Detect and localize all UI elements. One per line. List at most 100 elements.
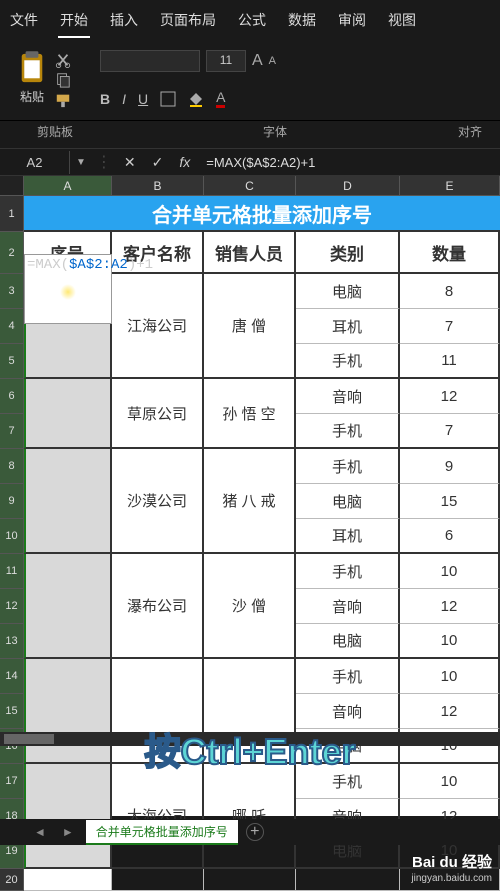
name-box[interactable]: A2: [0, 151, 70, 174]
cell-customer[interactable]: [112, 659, 204, 764]
cell-salesperson[interactable]: 哪 吒: [204, 764, 296, 869]
format-painter-icon[interactable]: [54, 92, 72, 108]
cell-customer[interactable]: 江海公司: [112, 274, 204, 379]
cell-salesperson[interactable]: 猪 八 戒: [204, 449, 296, 554]
row-header[interactable]: 2: [0, 232, 24, 274]
sheet-nav-prev[interactable]: ◄: [30, 825, 50, 839]
cut-icon[interactable]: [54, 52, 72, 68]
increase-font-icon[interactable]: A: [252, 52, 263, 70]
name-box-dropdown[interactable]: ▼: [70, 157, 92, 168]
font-color-icon[interactable]: A: [216, 89, 225, 108]
cell-category[interactable]: 手机: [296, 554, 400, 589]
cell-quantity[interactable]: 10: [400, 624, 500, 659]
col-header-b[interactable]: B: [112, 176, 204, 196]
cell-category[interactable]: 耳机: [296, 309, 400, 344]
row-header[interactable]: 13: [0, 624, 24, 659]
cell-sequence[interactable]: [24, 659, 112, 764]
cell-salesperson[interactable]: [204, 659, 296, 764]
row-header[interactable]: 6: [0, 379, 24, 414]
cell-category[interactable]: 手机: [296, 414, 400, 449]
row-header[interactable]: 9: [0, 484, 24, 519]
title-cell[interactable]: 合并单元格批量添加序号: [24, 196, 500, 232]
fill-color-icon[interactable]: [188, 91, 204, 107]
tab-layout[interactable]: 页面布局: [158, 4, 218, 38]
add-sheet-button[interactable]: +: [246, 823, 264, 841]
cell-category[interactable]: 手机: [296, 344, 400, 379]
col-header-d[interactable]: D: [296, 176, 400, 196]
cell-category[interactable]: 音响: [296, 589, 400, 624]
header-cell[interactable]: 销售人员: [204, 232, 296, 274]
tab-formula[interactable]: 公式: [236, 4, 268, 38]
cell-salesperson[interactable]: 唐 僧: [204, 274, 296, 379]
row-header[interactable]: 3: [0, 274, 24, 309]
sheet-tab[interactable]: 合并单元格批量添加序号: [86, 820, 238, 845]
confirm-formula-button[interactable]: ✓: [144, 154, 172, 171]
cell-sequence[interactable]: [24, 379, 112, 449]
tab-view[interactable]: 视图: [386, 4, 418, 38]
row-header[interactable]: 12: [0, 589, 24, 624]
row-header[interactable]: 14: [0, 659, 24, 694]
row-header[interactable]: 4: [0, 309, 24, 344]
row-header[interactable]: 5: [0, 344, 24, 379]
cancel-formula-button[interactable]: ✕: [116, 154, 144, 171]
tab-home[interactable]: 开始: [58, 4, 90, 38]
row-header[interactable]: 15: [0, 694, 24, 729]
cell-customer[interactable]: 沙漠公司: [112, 449, 204, 554]
col-header-e[interactable]: E: [400, 176, 500, 196]
cell-quantity[interactable]: 9: [400, 449, 500, 484]
cell-salesperson[interactable]: 沙 僧: [204, 554, 296, 659]
horizontal-scrollbar[interactable]: [0, 732, 500, 746]
row-header[interactable]: 8: [0, 449, 24, 484]
col-header-a[interactable]: A: [24, 176, 112, 196]
select-all-corner[interactable]: [0, 176, 24, 196]
tab-file[interactable]: 文件: [8, 4, 40, 38]
cell-category[interactable]: 手机: [296, 449, 400, 484]
italic-button[interactable]: I: [122, 91, 126, 107]
row-header[interactable]: 20: [0, 869, 24, 891]
cell-quantity[interactable]: 15: [400, 484, 500, 519]
cell-category[interactable]: 电脑: [296, 274, 400, 309]
border-icon[interactable]: [160, 91, 176, 107]
cell-customer[interactable]: 大海公司: [112, 764, 204, 869]
cell-category[interactable]: 音响: [296, 694, 400, 729]
cell-quantity[interactable]: 6: [400, 519, 500, 554]
cell-quantity[interactable]: 7: [400, 414, 500, 449]
header-cell[interactable]: 类别: [296, 232, 400, 274]
underline-button[interactable]: U: [138, 91, 148, 107]
cell-sequence[interactable]: [24, 449, 112, 554]
copy-icon[interactable]: [54, 72, 72, 88]
cell-quantity[interactable]: 11: [400, 344, 500, 379]
cell-quantity[interactable]: 12: [400, 379, 500, 414]
cell-sequence[interactable]: [24, 554, 112, 659]
row-header[interactable]: 10: [0, 519, 24, 554]
bold-button[interactable]: B: [100, 91, 110, 107]
row-header[interactable]: 1: [0, 196, 24, 232]
cell-quantity[interactable]: 12: [400, 694, 500, 729]
decrease-font-icon[interactable]: A: [269, 55, 276, 67]
font-size-select[interactable]: 11: [206, 50, 246, 72]
tab-insert[interactable]: 插入: [108, 4, 140, 38]
formula-input[interactable]: =MAX($A$2:A2)+1: [198, 155, 500, 170]
row-header[interactable]: 17: [0, 764, 24, 799]
cell-quantity[interactable]: 12: [400, 589, 500, 624]
row-header[interactable]: 7: [0, 414, 24, 449]
cell-quantity[interactable]: 10: [400, 659, 500, 694]
cell-quantity[interactable]: 10: [400, 764, 500, 799]
cell-quantity[interactable]: 8: [400, 274, 500, 309]
cell-category[interactable]: 音响: [296, 379, 400, 414]
tab-review[interactable]: 审阅: [336, 4, 368, 38]
cell-sequence[interactable]: [24, 764, 112, 869]
cell-category[interactable]: 耳机: [296, 519, 400, 554]
cell-salesperson[interactable]: 孙 悟 空: [204, 379, 296, 449]
sheet-nav-next[interactable]: ►: [58, 825, 78, 839]
col-header-c[interactable]: C: [204, 176, 296, 196]
paste-button[interactable]: 粘贴: [16, 50, 48, 105]
header-cell[interactable]: 数量: [400, 232, 500, 274]
cell-category[interactable]: 手机: [296, 764, 400, 799]
cell-category[interactable]: 电脑: [296, 484, 400, 519]
cell-category[interactable]: 电脑: [296, 624, 400, 659]
fx-button[interactable]: fx: [171, 154, 198, 170]
cell-quantity[interactable]: 7: [400, 309, 500, 344]
cell-customer[interactable]: 草原公司: [112, 379, 204, 449]
tab-data[interactable]: 数据: [286, 4, 318, 38]
